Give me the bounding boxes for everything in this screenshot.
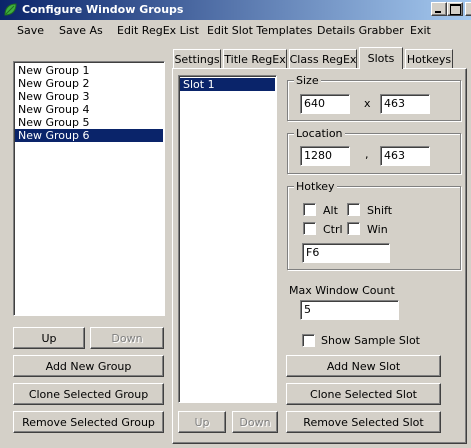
show-sample-slot-checkbox[interactable] (302, 334, 315, 347)
group-list[interactable]: New Group 1 New Group 2 New Group 3 New … (13, 61, 165, 316)
slot-list[interactable]: Slot 1 (178, 75, 277, 403)
menu-edit-slot-templates[interactable]: Edit Slot Templates (207, 24, 312, 37)
ctrl-label: Ctrl (323, 223, 343, 236)
remove-selected-group-button[interactable]: Remove Selected Group (13, 411, 164, 433)
remove-selected-slot-button[interactable]: Remove Selected Slot (286, 411, 441, 433)
tab-slots[interactable]: Slots (359, 47, 403, 69)
tab-title-regex[interactable]: Title RegEx (223, 49, 287, 68)
menu-details-grabber[interactable]: Details Grabber (317, 24, 404, 37)
alt-label: Alt (323, 204, 338, 217)
size-width-field[interactable]: 640 (300, 94, 350, 114)
slot-up-button[interactable]: Up (178, 411, 226, 433)
shift-checkbox[interactable] (347, 203, 360, 216)
size-group-label: Size (294, 74, 321, 87)
location-group-label: Location (294, 127, 345, 140)
menu-bar: Save Save As Edit RegEx List Edit Slot T… (0, 21, 471, 41)
shift-label: Shift (367, 204, 393, 217)
win-checkbox[interactable] (347, 222, 360, 235)
close-button[interactable] (465, 2, 471, 16)
slot-down-button[interactable]: Down (232, 411, 278, 433)
menu-save-as[interactable]: Save As (59, 24, 103, 37)
hotkey-key-field[interactable]: F6 (302, 243, 390, 263)
clone-selected-slot-button[interactable]: Clone Selected Slot (286, 383, 441, 405)
list-item-selected[interactable]: Slot 1 (180, 78, 275, 91)
menu-save[interactable]: Save (17, 24, 44, 37)
max-window-count-field[interactable]: 5 (300, 300, 399, 320)
list-item-selected[interactable]: New Group 6 (15, 129, 163, 142)
group-down-button[interactable]: Down (90, 327, 164, 349)
hotkey-group-label: Hotkey (294, 180, 337, 193)
show-sample-slot-label: Show Sample Slot (321, 334, 420, 347)
size-separator: x (364, 97, 371, 110)
tab-class-regex[interactable]: Class RegEx (289, 49, 357, 68)
win-label: Win (367, 223, 388, 236)
add-new-group-button[interactable]: Add New Group (13, 355, 164, 377)
list-item[interactable]: New Group 4 (15, 103, 163, 116)
tab-settings[interactable]: Settings (173, 49, 221, 68)
add-new-slot-button[interactable]: Add New Slot (286, 355, 441, 377)
group-up-button[interactable]: Up (13, 327, 85, 349)
location-y-field[interactable]: 463 (380, 146, 430, 166)
window-title: Configure Window Groups (22, 3, 184, 16)
configure-window-groups-window: Configure Window Groups Save Save As Edi… (0, 0, 471, 448)
title-bar[interactable]: Configure Window Groups (0, 0, 471, 20)
ctrl-checkbox[interactable] (303, 222, 316, 235)
list-item[interactable]: New Group 2 (15, 77, 163, 90)
location-separator: , (365, 148, 369, 161)
list-item[interactable]: New Group 3 (15, 90, 163, 103)
list-item[interactable]: New Group 5 (15, 116, 163, 129)
tab-hotkeys[interactable]: Hotkeys (405, 49, 453, 68)
menu-edit-regex-list[interactable]: Edit RegEx List (117, 24, 199, 37)
max-window-count-label: Max Window Count (289, 284, 395, 297)
list-item[interactable]: New Group 1 (15, 64, 163, 77)
maximize-button[interactable] (447, 2, 463, 16)
clone-selected-group-button[interactable]: Clone Selected Group (13, 383, 164, 405)
minimize-button[interactable] (431, 2, 447, 16)
size-height-field[interactable]: 463 (380, 94, 430, 114)
leaf-icon (4, 3, 17, 16)
alt-checkbox[interactable] (303, 203, 316, 216)
menu-exit[interactable]: Exit (410, 24, 431, 37)
location-x-field[interactable]: 1280 (300, 146, 350, 166)
